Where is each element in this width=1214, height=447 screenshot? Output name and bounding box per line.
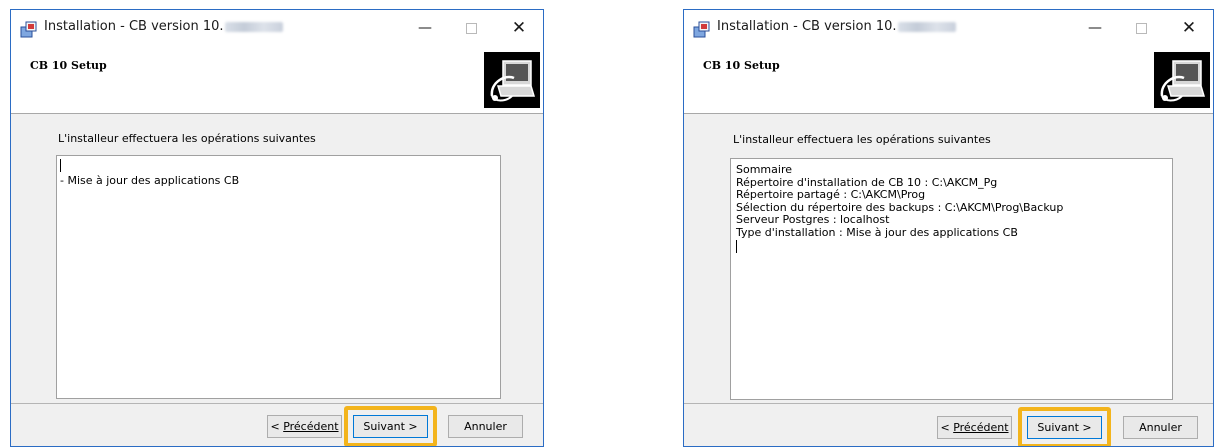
summary-line: Répertoire partagé : C:\AKCM\Prog [736, 188, 926, 201]
summary-line: Type d'installation : Mise à jour des ap… [736, 225, 1018, 239]
computer-install-logo [484, 52, 540, 108]
close-icon[interactable]: ✕ [497, 10, 541, 46]
cancel-button-label: Annuler [1139, 421, 1182, 434]
footer-separator [11, 403, 543, 404]
back-button-label: Précédent [283, 420, 339, 433]
computer-install-logo [1154, 52, 1210, 108]
cancel-button[interactable]: Annuler [448, 415, 523, 438]
text-cursor [736, 240, 737, 253]
cancel-button-label: Annuler [464, 420, 507, 433]
wizard-header: CB 10 Setup [684, 46, 1213, 114]
back-button[interactable]: < Précédent [937, 416, 1012, 439]
summary-line: - Mise à jour des applications CB [60, 174, 240, 187]
minimize-icon[interactable]: — [403, 10, 447, 46]
header-title: CB 10 Setup [703, 59, 780, 72]
back-button[interactable]: < Précédent [267, 415, 342, 438]
text-cursor [60, 159, 61, 172]
installer-icon [693, 21, 710, 38]
title-bar[interactable]: Installation - CB version 10. — ✕ [11, 10, 543, 46]
summary-line: Serveur Postgres : localhost [736, 213, 890, 226]
minimize-icon[interactable]: — [1073, 10, 1117, 46]
window-title: Installation - CB version 10. [717, 19, 956, 34]
back-button-label: Précédent [953, 421, 1009, 434]
maximize-icon [449, 10, 493, 46]
installer-window-left: Installation - CB version 10. — ✕ CB 10 … [10, 9, 544, 447]
description-text: L'installeur effectuera les opérations s… [733, 133, 991, 146]
window-title: Installation - CB version 10. [44, 19, 283, 34]
description-text: L'installeur effectuera les opérations s… [58, 132, 316, 145]
title-bar[interactable]: Installation - CB version 10. — ✕ [684, 10, 1213, 46]
summary-textarea[interactable]: - Mise à jour des applications CB [56, 155, 501, 399]
header-title: CB 10 Setup [30, 59, 107, 72]
wizard-header: CB 10 Setup [11, 46, 543, 114]
summary-textarea[interactable]: Sommaire Répertoire d'installation de CB… [730, 158, 1173, 400]
maximize-icon [1119, 10, 1163, 46]
installer-icon [20, 21, 37, 38]
installer-window-right: Installation - CB version 10. — ✕ CB 10 … [683, 9, 1214, 447]
highlight-box [1018, 407, 1111, 446]
cancel-button[interactable]: Annuler [1123, 416, 1198, 439]
close-icon[interactable]: ✕ [1167, 10, 1211, 46]
footer-separator [684, 403, 1213, 404]
summary-line: Sommaire [736, 163, 792, 176]
highlight-box [344, 406, 437, 446]
